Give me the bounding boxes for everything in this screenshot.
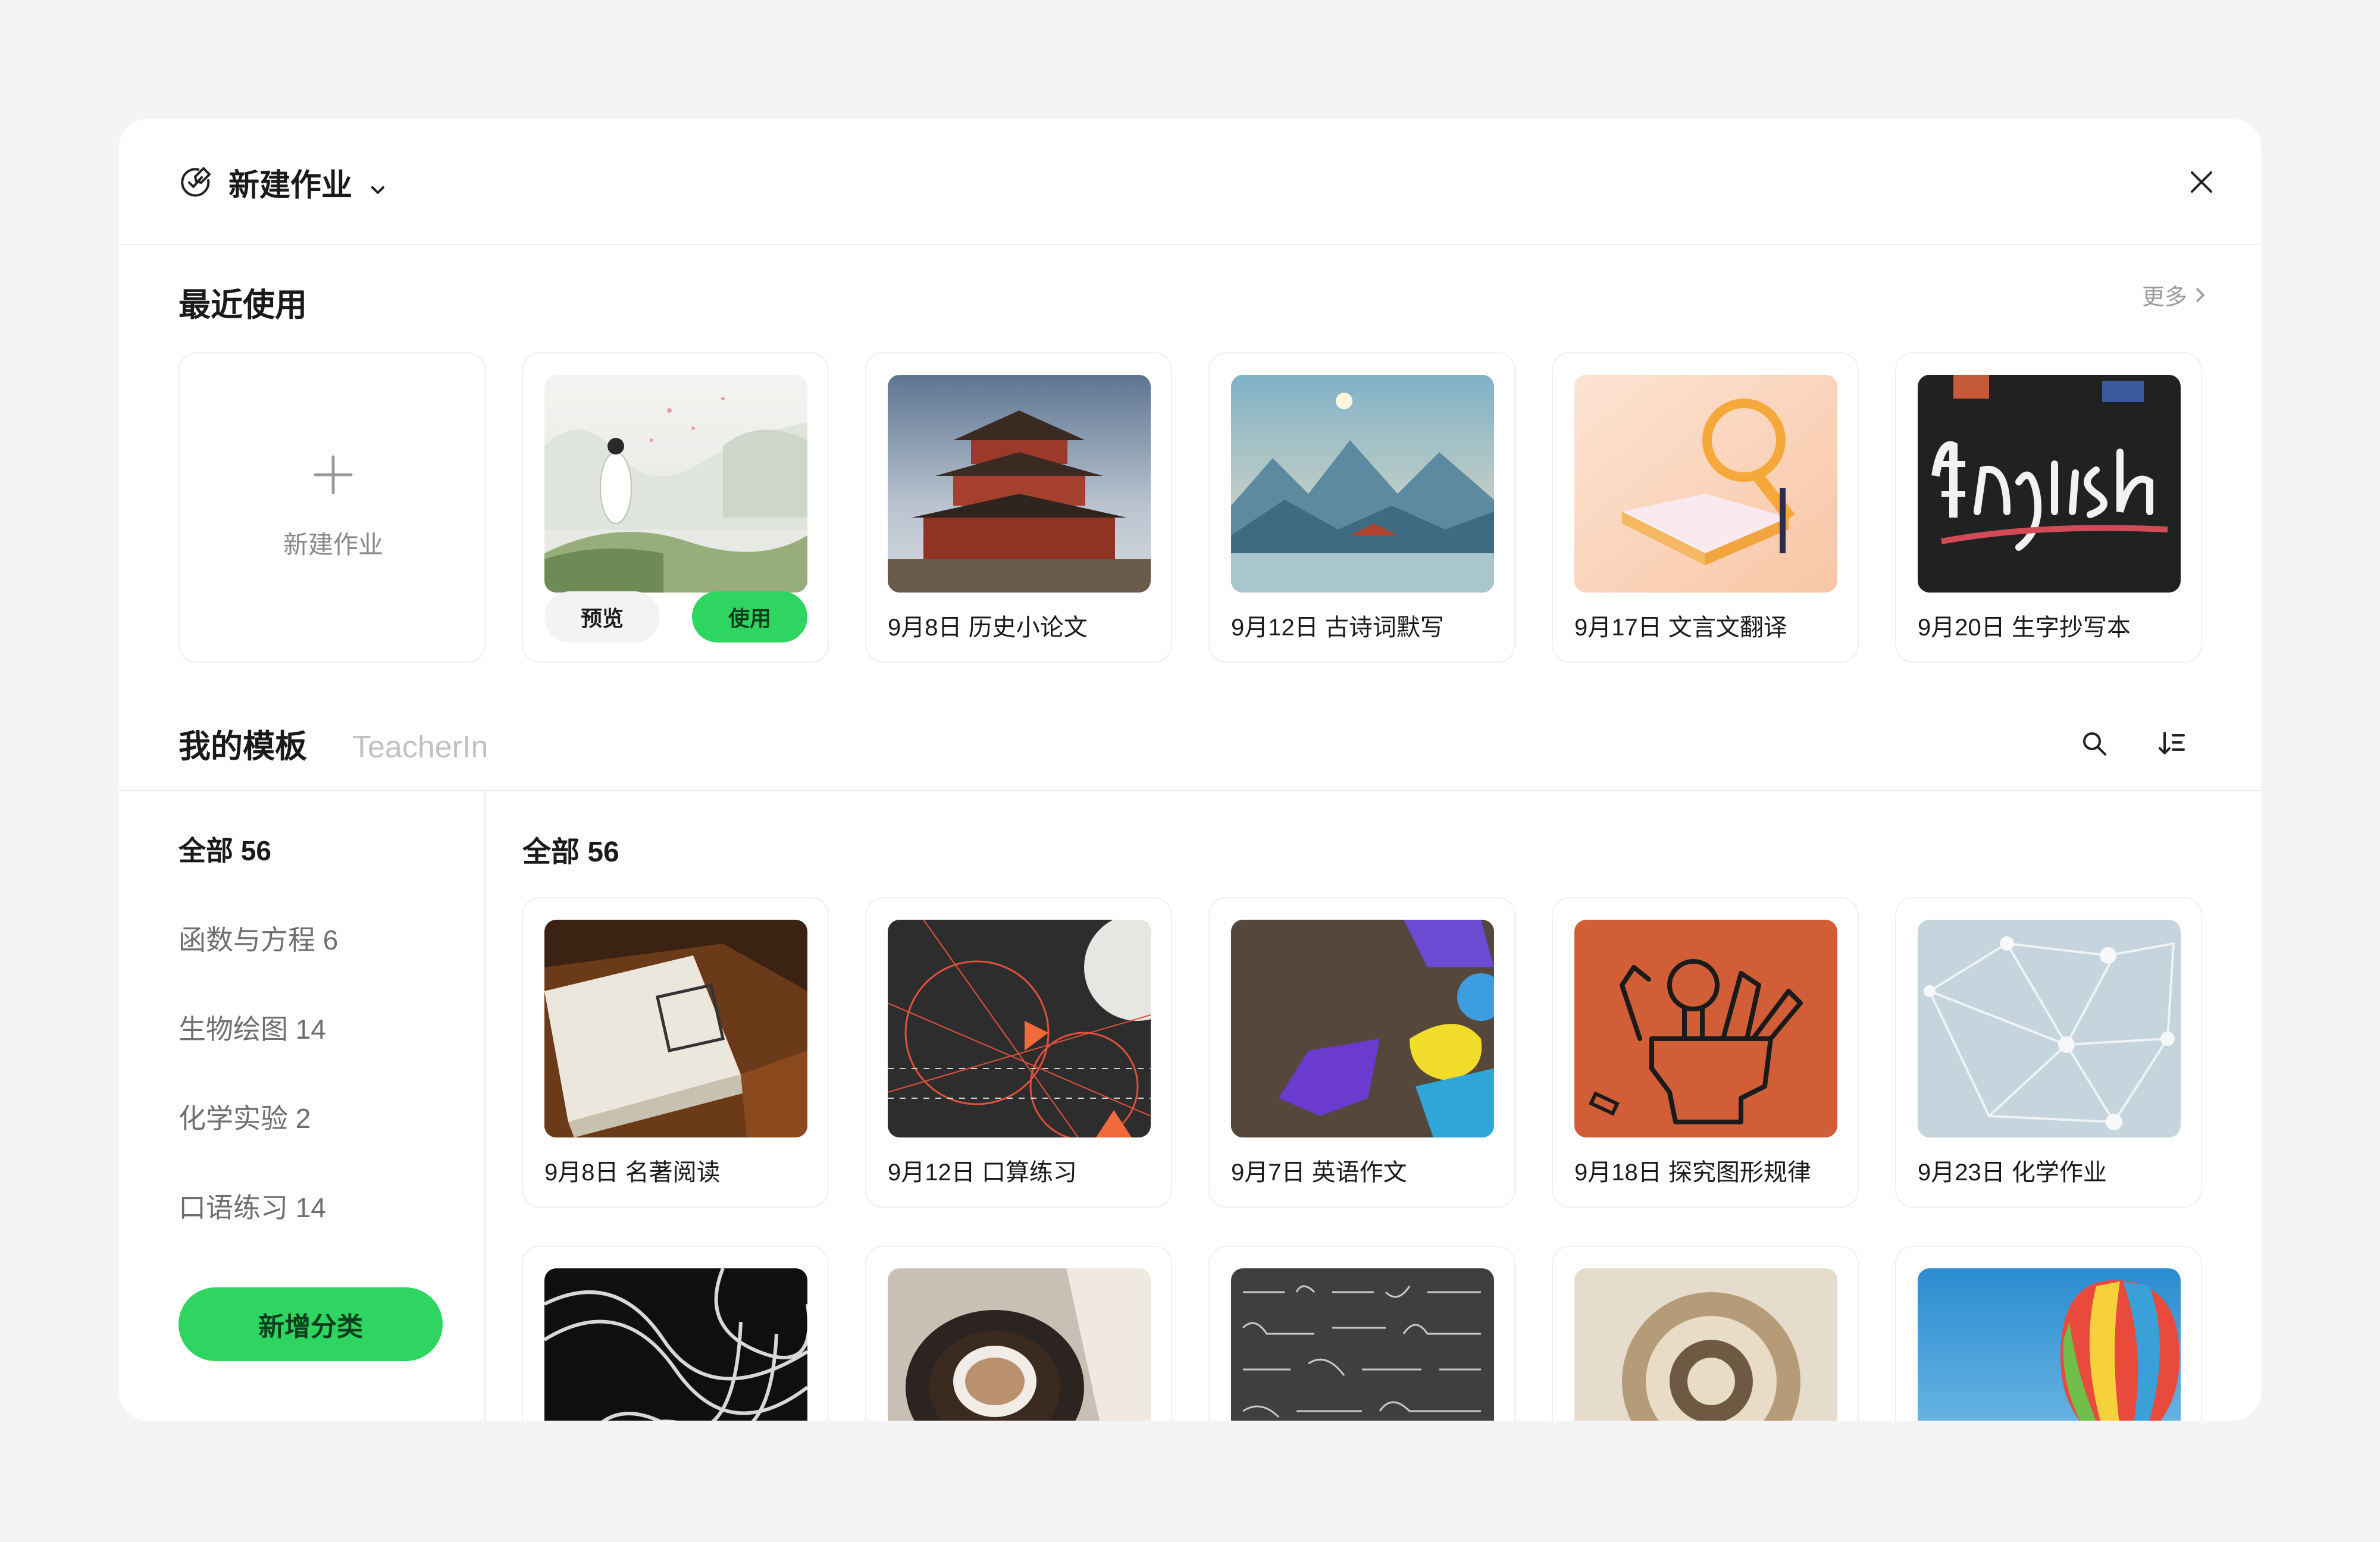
new-assignment-dialog: 新建作业 最近使用 更多 新建作业 预览 使用 9月8日 历史小论文 9月12日… [119,119,2261,1421]
card-caption: 9月12日 古诗词默写 [1231,615,1444,641]
category-biology[interactable]: 生物绘图 14 [178,1008,326,1047]
template-card[interactable] [1208,1246,1515,1421]
card-thumbnail [888,375,1151,593]
card-thumbnail [544,920,807,1137]
category-speaking[interactable]: 口语练习 14 [178,1186,326,1226]
plus-icon [314,455,353,494]
recent-card[interactable]: 9月8日 历史小论文 [865,352,1172,663]
card-thumbnail [1231,920,1494,1137]
template-tabs: 我的模板 TeacherIn [178,720,488,767]
new-assignment-card[interactable]: 新建作业 [178,352,486,663]
add-category-button[interactable]: 新增分类 [178,1287,443,1361]
recent-card[interactable]: 9月12日 古诗词默写 [1208,352,1515,663]
card-caption: 9月8日 历史小论文 [888,615,1088,641]
card-thumbnail [1574,920,1837,1137]
card-caption: 9月8日 名著阅读 [544,1159,721,1186]
card-caption: 9月17日 文言文翻译 [1574,615,1787,641]
card-caption: 9月23日 化学作业 [1918,1159,2107,1186]
card-thumbnail [1918,1268,2181,1421]
sort-icon [2159,732,2185,754]
category-all[interactable]: 全部 56 [178,829,271,869]
card-thumbnail [1231,1268,1494,1421]
recent-section-title: 最近使用 [178,287,307,323]
sidebar-divider [484,791,486,1421]
card-thumbnail [1918,375,2181,593]
dialog-header: 新建作业 [119,119,2261,245]
template-card[interactable]: 9月8日 名著阅读 [522,897,829,1208]
card-caption: 9月12日 口算练习 [888,1159,1077,1186]
template-card[interactable] [1552,1246,1859,1421]
sort-button[interactable] [2155,727,2188,760]
dialog-title: 新建作业 [228,168,353,203]
recent-card[interactable]: 9月17日 文言文翻译 [1552,352,1859,663]
grid-title: 全部 56 [522,836,619,868]
section-divider [119,790,2261,791]
more-link[interactable]: 更多 [2142,278,2207,311]
close-button[interactable] [2184,164,2219,200]
more-label: 更多 [2141,285,2187,310]
template-card[interactable] [865,1246,1172,1421]
card-caption: 9月20日 生字抄写本 [1918,615,2131,641]
card-caption: 9月7日 英语作文 [1231,1159,1407,1186]
search-button[interactable] [2078,727,2111,760]
search-icon [2083,732,2106,756]
template-card[interactable]: 9月7日 英语作文 [1208,897,1515,1208]
template-card[interactable]: 9月12日 口算练习 [865,897,1172,1208]
category-chemistry[interactable]: 化学实验 2 [178,1097,311,1136]
chevron-down-icon [368,172,388,194]
card-thumbnail [888,920,1151,1137]
card-thumbnail [1231,375,1494,593]
card-thumbnail [544,375,807,593]
card-thumbnail [1574,1268,1837,1421]
card-thumbnail [544,1268,807,1421]
template-card[interactable]: 9月18日 探究图形规律 [1552,897,1859,1208]
chevron-right-icon [2196,287,2204,302]
use-button[interactable]: 使用 [692,591,807,642]
preview-button[interactable]: 预览 [544,591,660,642]
card-thumbnail [1918,920,2181,1137]
tab-teacherin[interactable]: TeacherIn [352,729,488,765]
category-functions[interactable]: 函数与方程 6 [178,919,338,958]
card-thumbnail [888,1268,1151,1421]
assignment-type-dropdown[interactable]: 新建作业 [178,161,388,203]
template-card[interactable] [522,1246,829,1421]
close-icon [2191,171,2212,193]
recent-card-hovered[interactable]: 预览 使用 [522,352,829,663]
template-card[interactable]: 9月23日 化学作业 [1895,897,2202,1208]
assignment-icon [178,165,213,199]
new-assignment-label: 新建作业 [283,531,383,559]
tab-my-templates[interactable]: 我的模板 [178,720,307,767]
card-thumbnail [1574,375,1837,593]
template-card[interactable] [1895,1246,2202,1421]
card-caption: 9月18日 探究图形规律 [1574,1159,1811,1186]
recent-card[interactable]: 9月20日 生字抄写本 [1895,352,2202,663]
